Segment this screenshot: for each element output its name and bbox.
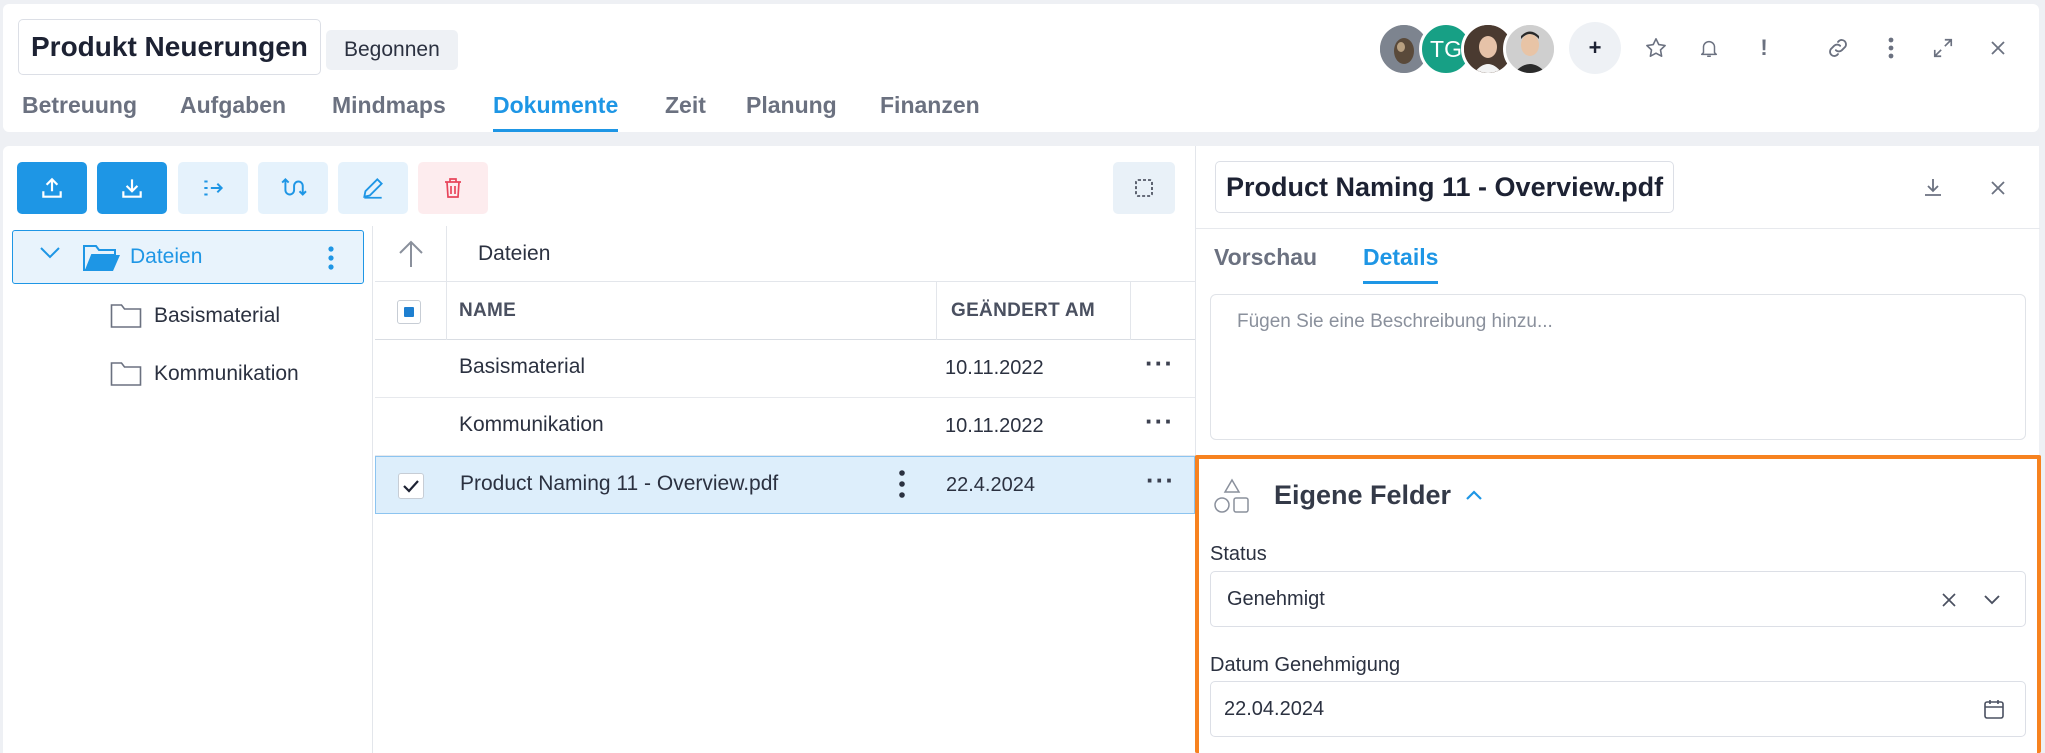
- workflow-icon: [281, 177, 307, 196]
- select-all-button[interactable]: [1113, 162, 1175, 214]
- more-vertical-icon[interactable]: [327, 245, 335, 271]
- move-icon: [204, 180, 224, 196]
- approval-date-field[interactable]: 22.04.2024: [1210, 681, 2026, 737]
- shapes-icon: [1214, 478, 1249, 513]
- table-row[interactable]: Product Naming 11 - Overview.pdf 22.4.20…: [375, 456, 1195, 514]
- avatar[interactable]: [1503, 22, 1557, 76]
- documents-panel: Dateien Basismaterial Kommunikation Date…: [3, 146, 1195, 753]
- folder-open-icon: [83, 245, 120, 271]
- project-status-badge[interactable]: Begonnen: [326, 30, 458, 70]
- folder-tree: Dateien Basismaterial Kommunikation: [3, 226, 373, 753]
- custom-fields-heading: Eigene Felder: [1274, 480, 1452, 510]
- delete-icon: [445, 178, 461, 198]
- alert-icon[interactable]: !: [1742, 26, 1786, 70]
- download-icon[interactable]: [1918, 173, 1948, 203]
- expand-icon[interactable]: [1921, 26, 1965, 70]
- tree-item-label: Basismaterial: [154, 304, 281, 327]
- edit-button[interactable]: [338, 162, 408, 214]
- calendar-icon[interactable]: [1983, 698, 2005, 720]
- chevron-down-icon[interactable]: [1983, 594, 2001, 606]
- workflow-button[interactable]: [258, 162, 328, 214]
- file-title[interactable]: Product Naming 11 - Overview.pdf: [1215, 161, 1675, 213]
- folder-icon: [110, 304, 142, 328]
- upload-button[interactable]: [17, 162, 87, 214]
- tree-item-basismaterial[interactable]: Basismaterial: [3, 296, 373, 336]
- file-grid: Dateien NAME GEÄNDERT AM Basismaterial 1…: [375, 226, 1195, 753]
- tab-mindmaps[interactable]: Mindmaps: [332, 92, 446, 119]
- breadcrumb: Dateien: [375, 226, 1195, 282]
- details-tabs: Vorschau Details: [1196, 228, 2040, 286]
- chevron-down-icon[interactable]: [39, 245, 61, 261]
- status-value: Genehmigt: [1227, 588, 1325, 610]
- file-date: 22.4.2024: [946, 474, 1035, 496]
- select-column: [375, 282, 447, 340]
- star-icon[interactable]: [1634, 26, 1678, 70]
- delete-button[interactable]: [418, 162, 488, 214]
- chevron-up-icon[interactable]: [1465, 489, 1483, 501]
- download-icon: [122, 179, 142, 198]
- more-vertical-icon[interactable]: [1869, 26, 1913, 70]
- approval-date-label: Datum Genehmigung: [1210, 654, 1401, 676]
- project-header: Produkt Neuerungen Begonnen Betreuung Au…: [3, 4, 2039, 132]
- file-name: Kommunikation: [459, 413, 604, 436]
- file-name: Basismaterial: [459, 355, 586, 378]
- row-more-button[interactable]: ···: [1146, 465, 1175, 496]
- more-vertical-icon[interactable]: [892, 467, 912, 503]
- tree-item-dateien[interactable]: Dateien: [12, 230, 364, 284]
- close-icon[interactable]: [1976, 26, 2020, 70]
- edit-icon: [363, 178, 383, 199]
- tab-betreuung[interactable]: Betreuung: [22, 92, 137, 119]
- link-icon[interactable]: [1816, 26, 1860, 70]
- row-checkbox[interactable]: [398, 473, 424, 499]
- tree-item-kommunikation[interactable]: Kommunikation: [3, 354, 373, 394]
- approval-date-value: 22.04.2024: [1224, 698, 1325, 720]
- tab-vorschau[interactable]: Vorschau: [1214, 244, 1317, 271]
- table-row[interactable]: Kommunikation 10.11.2022 ···: [375, 398, 1195, 456]
- tab-details[interactable]: Details: [1363, 244, 1439, 284]
- row-more-button[interactable]: ···: [1145, 348, 1174, 379]
- file-date: 10.11.2022: [945, 415, 1044, 437]
- tab-planung[interactable]: Planung: [746, 92, 837, 119]
- bell-icon[interactable]: [1687, 26, 1731, 70]
- status-label: Status: [1210, 543, 1267, 565]
- tree-item-label: Kommunikation: [154, 362, 299, 385]
- arrow-up-icon: [398, 240, 423, 267]
- navigate-up-button[interactable]: [375, 226, 447, 282]
- breadcrumb-item[interactable]: Dateien: [478, 242, 550, 266]
- tab-finanzen[interactable]: Finanzen: [880, 92, 980, 119]
- close-icon[interactable]: [1983, 173, 2013, 203]
- column-header-changed[interactable]: GEÄNDERT AM: [937, 282, 1131, 340]
- file-name: Product Naming 11 - Overview.pdf: [460, 472, 779, 495]
- tab-aufgaben[interactable]: Aufgaben: [180, 92, 286, 119]
- move-button[interactable]: [178, 162, 248, 214]
- tree-item-label: Dateien: [130, 245, 203, 268]
- add-member-button[interactable]: +: [1569, 22, 1621, 74]
- column-header-name[interactable]: NAME: [447, 282, 937, 340]
- table-row[interactable]: Basismaterial 10.11.2022 ···: [375, 340, 1195, 398]
- upload-icon: [42, 177, 62, 198]
- description-field[interactable]: Fügen Sie eine Beschreibung hinzu...: [1210, 294, 2026, 440]
- grid-header: NAME GEÄNDERT AM: [375, 282, 1195, 340]
- tab-dokumente[interactable]: Dokumente: [493, 92, 619, 132]
- check-icon: [403, 480, 419, 493]
- select-all-icon: [1135, 179, 1153, 197]
- folder-icon: [110, 362, 142, 386]
- project-title[interactable]: Produkt Neuerungen: [18, 19, 321, 75]
- select-all-checkbox[interactable]: [397, 300, 421, 324]
- status-select[interactable]: Genehmigt: [1210, 571, 2026, 627]
- custom-fields-section: Eigene Felder Status Genehmigt Datum Gen…: [1195, 455, 2041, 753]
- download-button[interactable]: [97, 162, 167, 214]
- tab-zeit[interactable]: Zeit: [665, 92, 706, 119]
- clear-icon[interactable]: [1941, 592, 1957, 608]
- row-more-button[interactable]: ···: [1145, 406, 1174, 437]
- file-date: 10.11.2022: [945, 357, 1044, 379]
